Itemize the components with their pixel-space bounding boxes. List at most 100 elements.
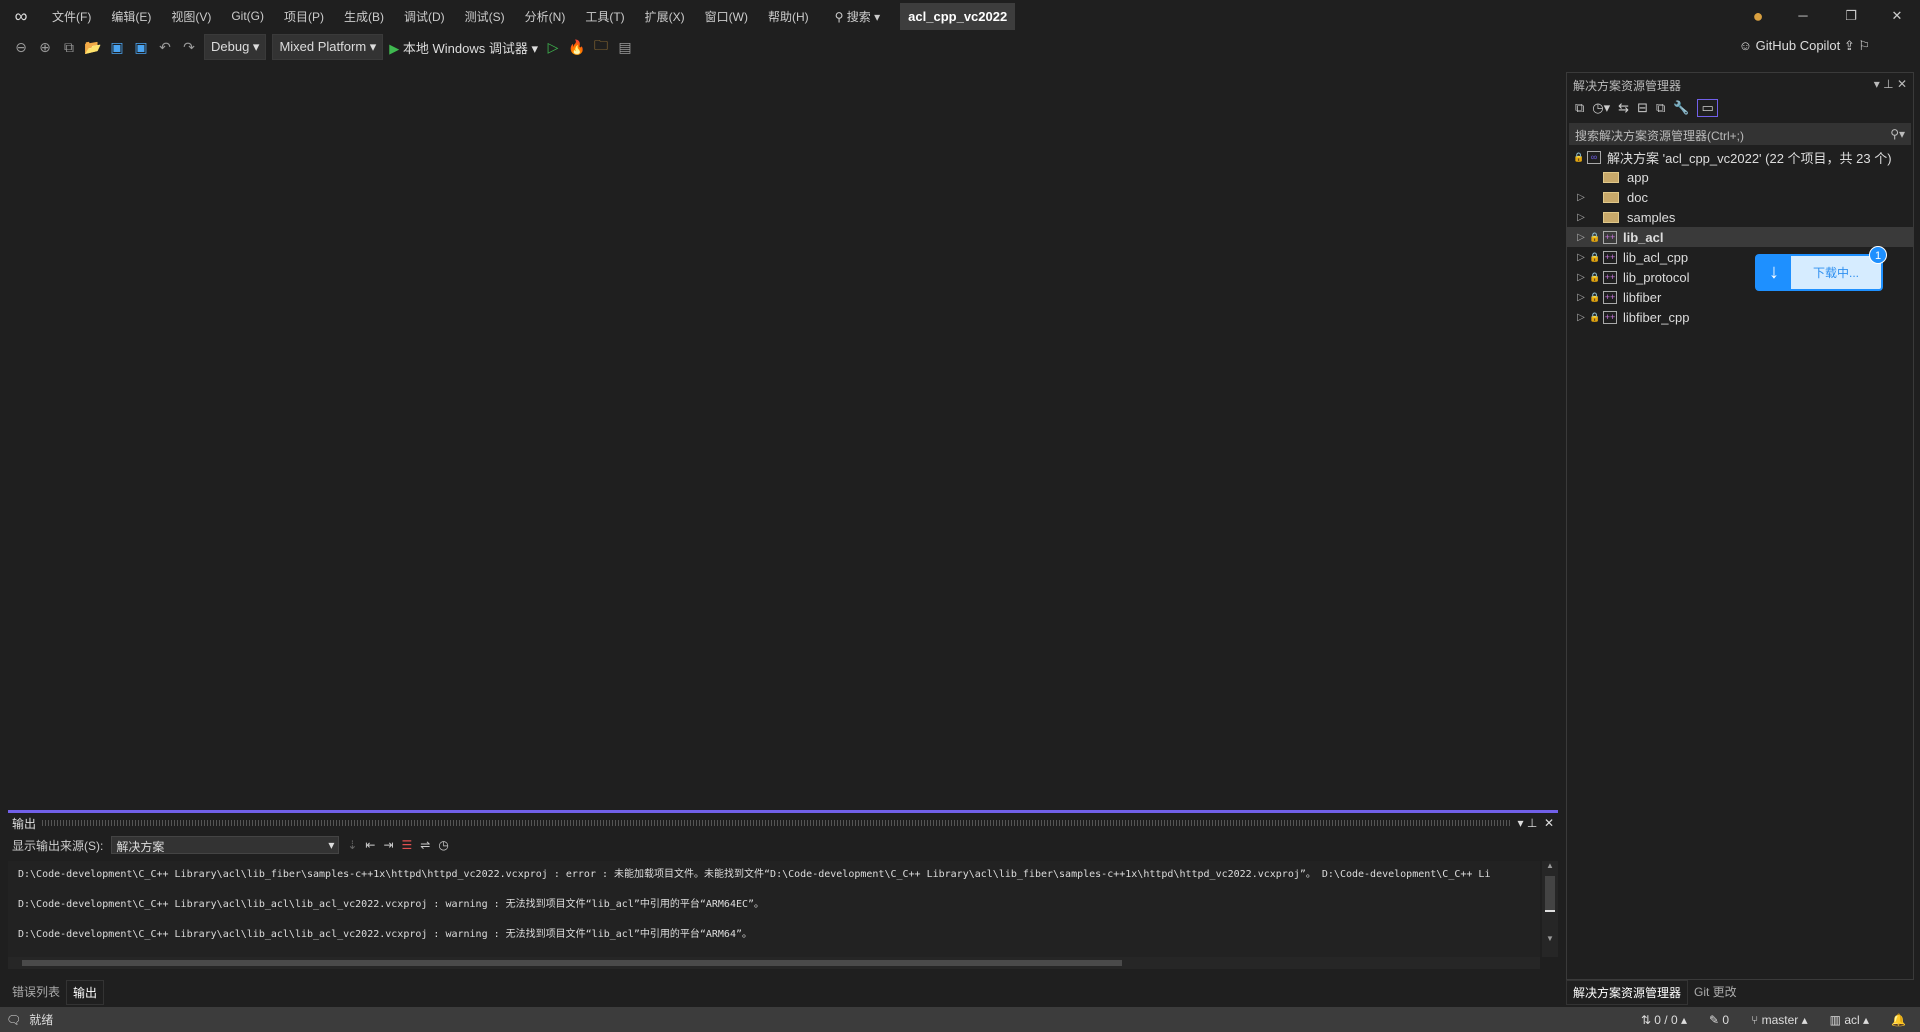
tree-item-label: doc — [1627, 189, 1648, 205]
drag-grip[interactable] — [42, 820, 1512, 826]
switch-views-icon[interactable]: ⧉ — [1575, 100, 1584, 116]
menu-extensions[interactable]: 扩展(X) — [635, 8, 695, 25]
dropdown-icon[interactable]: ▾ — [1517, 816, 1523, 830]
sync-icon[interactable]: ⇆ — [1618, 100, 1629, 116]
expand-arrow-icon[interactable]: ▷ — [1573, 312, 1589, 323]
close-button[interactable]: ✕ — [1874, 0, 1920, 32]
output-text[interactable]: D:\Code-development\C_C++ Library\acl\li… — [8, 861, 1540, 957]
open-icon[interactable]: 📂 — [84, 39, 102, 56]
horizontal-scrollbar[interactable] — [8, 957, 1540, 969]
menu-window[interactable]: 窗口(W) — [695, 8, 758, 25]
collapse-all-icon[interactable]: ⊟ — [1637, 100, 1648, 116]
redo-icon[interactable]: ↷ — [180, 39, 198, 56]
save-icon[interactable]: ▣ — [108, 39, 126, 56]
show-all-files-icon[interactable]: ⧉ — [1656, 100, 1665, 116]
lock-icon: 🔒 — [1589, 271, 1601, 282]
lock-icon: 🔒 — [1589, 291, 1601, 302]
solution-title: acl_cpp_vc2022 — [900, 2, 1016, 30]
menu-test[interactable]: 测试(S) — [455, 8, 515, 25]
restore-button[interactable]: ❐ — [1828, 0, 1874, 32]
menu-build[interactable]: 生成(B) — [334, 8, 394, 25]
github-copilot-button[interactable]: ☺ GitHub Copilot ⇪ ⚐ — [1739, 38, 1870, 54]
search-button[interactable]: ⚲ 搜索 ▾ — [827, 8, 889, 25]
tab-git-changes[interactable]: Git 更改 — [1688, 980, 1743, 1005]
save-all-icon[interactable]: ▣ — [132, 39, 150, 56]
branch-selector[interactable]: ⑂ master ▴ — [1751, 1013, 1808, 1027]
menu-debug[interactable]: 调试(D) — [394, 8, 455, 25]
expand-arrow-icon[interactable]: ▷ — [1573, 192, 1589, 203]
menu-project[interactable]: 项目(P) — [274, 8, 334, 25]
pending-edits[interactable]: ✎ 0 — [1709, 1013, 1729, 1027]
sync-status[interactable]: ⇅ 0 / 0 ▴ — [1641, 1013, 1687, 1027]
tab-error-list[interactable]: 错误列表 — [6, 980, 66, 1005]
timestamp-icon[interactable]: ◷ — [438, 838, 448, 852]
properties-icon[interactable]: 🔧 — [1673, 100, 1689, 116]
tab-solution-explorer[interactable]: 解决方案资源管理器 — [1566, 980, 1689, 1005]
platform-dropdown[interactable]: Mixed Platform ▾ — [272, 34, 384, 60]
tab-output[interactable]: 输出 — [66, 980, 105, 1005]
start-debugging-button[interactable]: ▶ 本地 Windows 调试器 ▾ — [389, 38, 538, 57]
solution-root[interactable]: 🔒 ∞ 解决方案 'acl_cpp_vc2022' (22 个项目，共 23 个) — [1567, 147, 1913, 167]
pending-changes-icon[interactable]: ◷▾ — [1592, 100, 1610, 116]
forward-icon[interactable]: ⊕ — [36, 39, 54, 56]
output-panel: 输出 ▾ ⊥ ✕ 显示输出来源(S): 解决方案 ▾ ⇣ ⇤ ⇥ ☰ ⇌ ◷ D:\… — [8, 810, 1558, 969]
tree-item-label: samples — [1627, 209, 1676, 225]
feedback-icon[interactable]: ⚐ — [1858, 38, 1870, 53]
menu-tools[interactable]: 工具(T) — [575, 8, 634, 25]
output-line: D:\Code-development\C_C++ Library\acl\li… — [18, 869, 1491, 880]
new-project-icon[interactable]: ⧉ — [60, 39, 78, 56]
account-avatar-icon[interactable]: ● — [1735, 0, 1781, 32]
minimize-button[interactable]: ─ — [1780, 0, 1826, 32]
output-source-dropdown[interactable]: 解决方案 ▾ — [111, 836, 340, 854]
tree-item-label: app — [1627, 169, 1649, 185]
expand-arrow-icon[interactable]: ▷ — [1573, 232, 1589, 243]
pin-icon[interactable]: ⊥ — [1527, 816, 1537, 830]
tree-item-app[interactable]: app — [1567, 167, 1913, 187]
configuration-dropdown[interactable]: Debug ▾ — [204, 34, 267, 60]
hot-reload-icon[interactable]: 🔥 — [568, 39, 586, 56]
expand-arrow-icon[interactable]: ▷ — [1573, 292, 1589, 303]
dropdown-icon[interactable]: ▾ — [1874, 77, 1880, 91]
undo-icon[interactable]: ↶ — [156, 39, 174, 56]
tree-item-samples[interactable]: ▷ samples — [1567, 207, 1913, 227]
menu-analyze[interactable]: 分析(N) — [515, 8, 576, 25]
lock-icon: 🔒 — [1573, 151, 1585, 162]
find-in-files-icon[interactable]: 🗀 — [592, 35, 610, 59]
expand-arrow-icon[interactable]: ▷ — [1573, 272, 1589, 283]
preview-icon[interactable]: ▭ — [1697, 99, 1718, 117]
tree-item-doc[interactable]: ▷ doc — [1567, 187, 1913, 207]
download-toast[interactable]: ↓ 下载中... 1 — [1755, 246, 1887, 291]
close-icon[interactable]: ✕ — [1544, 816, 1554, 830]
branch-name: master — [1761, 1012, 1799, 1027]
go-to-line-icon[interactable]: ⇣ — [347, 838, 357, 852]
next-message-icon[interactable]: ⇥ — [383, 838, 393, 852]
source-value: 解决方案 — [116, 840, 165, 854]
back-icon[interactable]: ⊖ — [12, 39, 30, 56]
search-placeholder: 搜索解决方案资源管理器(Ctrl+;) — [1575, 129, 1744, 143]
search-label: 搜索 — [846, 9, 871, 24]
output-line: D:\Code-development\C_C++ Library\acl\li… — [18, 929, 752, 940]
menu-edit[interactable]: 编辑(E) — [101, 8, 161, 25]
tree-item-lib_acl[interactable]: ▷ 🔒 ++ lib_acl — [1567, 227, 1913, 247]
menu-help[interactable]: 帮助(H) — [758, 8, 819, 25]
clear-all-icon[interactable]: ☰ — [402, 838, 413, 852]
platform-value: Mixed Platform — [279, 39, 367, 54]
pin-icon[interactable]: ⊥ — [1883, 77, 1893, 91]
repo-selector[interactable]: ▥ acl ▴ — [1830, 1013, 1869, 1027]
close-icon[interactable]: ✕ — [1897, 77, 1907, 91]
bell-icon[interactable]: 🔔 — [1891, 1013, 1906, 1027]
expand-arrow-icon[interactable]: ▷ — [1573, 252, 1589, 263]
vertical-scrollbar[interactable]: ▲ ▼ — [1542, 861, 1558, 957]
word-wrap-icon[interactable]: ⇌ — [420, 838, 430, 852]
tree-item-libfiber_cpp[interactable]: ▷ 🔒 ++ libfiber_cpp — [1567, 307, 1913, 327]
share-icon[interactable]: ⇪ — [1844, 38, 1855, 53]
menu-file[interactable]: 文件(F) — [42, 8, 101, 25]
layout-icon[interactable]: ▤ — [616, 39, 634, 56]
menu-view[interactable]: 视图(V) — [161, 8, 221, 25]
previous-message-icon[interactable]: ⇤ — [365, 838, 375, 852]
solution-search-input[interactable]: 搜索解决方案资源管理器(Ctrl+;) ⚲▾ — [1569, 123, 1911, 145]
menu-git[interactable]: Git(G) — [221, 9, 274, 23]
start-without-debugging-icon[interactable]: ▷ — [544, 39, 562, 56]
expand-arrow-icon[interactable]: ▷ — [1573, 212, 1589, 223]
cpp-project-icon: ++ — [1603, 250, 1617, 264]
